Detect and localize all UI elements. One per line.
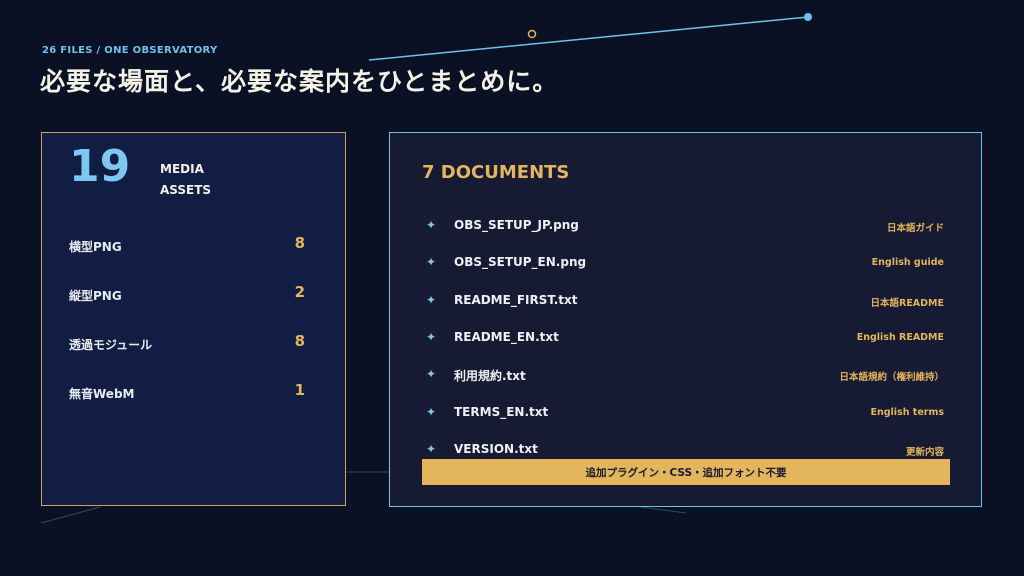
- star-dot-icon: [804, 13, 812, 21]
- four-point-star-icon: ✦: [426, 367, 437, 381]
- media-item-label: 無音WebM: [69, 387, 135, 401]
- documents-card: 7 DOCUMENTS ✦ OBS_SETUP_JP.png 日本語ガイド ✦ …: [389, 132, 982, 507]
- media-item: 縦型PNG 2: [69, 283, 305, 307]
- document-filename: VERSION.txt: [454, 442, 538, 456]
- document-item: ✦ TERMS_EN.txt English terms: [422, 403, 950, 425]
- media-assets-card: 19 MEDIA ASSETS 横型PNG 8 縦型PNG 2 透過モジュール …: [41, 132, 346, 506]
- four-point-star-icon: ✦: [426, 218, 437, 232]
- document-item: ✦ README_EN.txt English README: [422, 328, 950, 350]
- documents-title: 7 DOCUMENTS: [422, 162, 570, 183]
- four-point-star-icon: ✦: [426, 330, 437, 344]
- ring-icon: [527, 29, 537, 39]
- document-item: ✦ 利用規約.txt 日本語規約（権利維持）: [422, 365, 950, 387]
- four-point-star-icon: ✦: [426, 293, 437, 307]
- document-filename: OBS_SETUP_EN.png: [454, 255, 587, 269]
- document-filename: 利用規約.txt: [454, 369, 526, 383]
- document-description: English terms: [870, 407, 944, 418]
- document-description: English README: [856, 332, 944, 343]
- document-filename: OBS_SETUP_JP.png: [454, 218, 579, 232]
- document-item: ✦ OBS_SETUP_EN.png English guide: [422, 253, 950, 275]
- media-item-count: 8: [294, 332, 305, 350]
- media-item-count: 2: [294, 283, 305, 301]
- document-filename: README_EN.txt: [454, 330, 559, 344]
- media-item-label: 横型PNG: [69, 240, 122, 254]
- media-item: 透過モジュール 8: [69, 332, 305, 356]
- media-assets-label: MEDIA ASSETS: [160, 162, 212, 197]
- document-description: 日本語README: [870, 298, 945, 309]
- document-item: ✦ README_FIRST.txt 日本語README: [422, 291, 950, 313]
- document-description: 日本語規約（権利維持）: [839, 372, 944, 383]
- document-filename: TERMS_EN.txt: [454, 405, 549, 419]
- media-item-count: 1: [294, 381, 305, 399]
- document-description: 更新内容: [905, 447, 944, 458]
- media-item-count: 8: [294, 234, 305, 252]
- document-description: English guide: [871, 257, 944, 268]
- media-item: 横型PNG 8: [69, 234, 305, 258]
- document-filename: README_FIRST.txt: [454, 293, 578, 307]
- page-title: 必要な場面と、必要な案内をひとまとめに。: [40, 67, 559, 96]
- four-point-star-icon: ✦: [426, 442, 437, 456]
- media-item-label: 透過モジュール: [69, 338, 153, 352]
- media-item-label: 縦型PNG: [69, 289, 122, 303]
- eyebrow-label: 26 FILES / ONE OBSERVATORY: [42, 45, 218, 56]
- four-point-star-icon: ✦: [426, 255, 437, 269]
- media-count: 19: [69, 141, 131, 192]
- document-description: 日本語ガイド: [886, 223, 944, 234]
- media-item: 無音WebM 1: [69, 381, 305, 405]
- document-item: ✦ OBS_SETUP_JP.png 日本語ガイド: [422, 216, 950, 238]
- requirements-banner: 追加プラグイン・CSS・追加フォント不要: [422, 459, 950, 485]
- four-point-star-icon: ✦: [426, 405, 437, 419]
